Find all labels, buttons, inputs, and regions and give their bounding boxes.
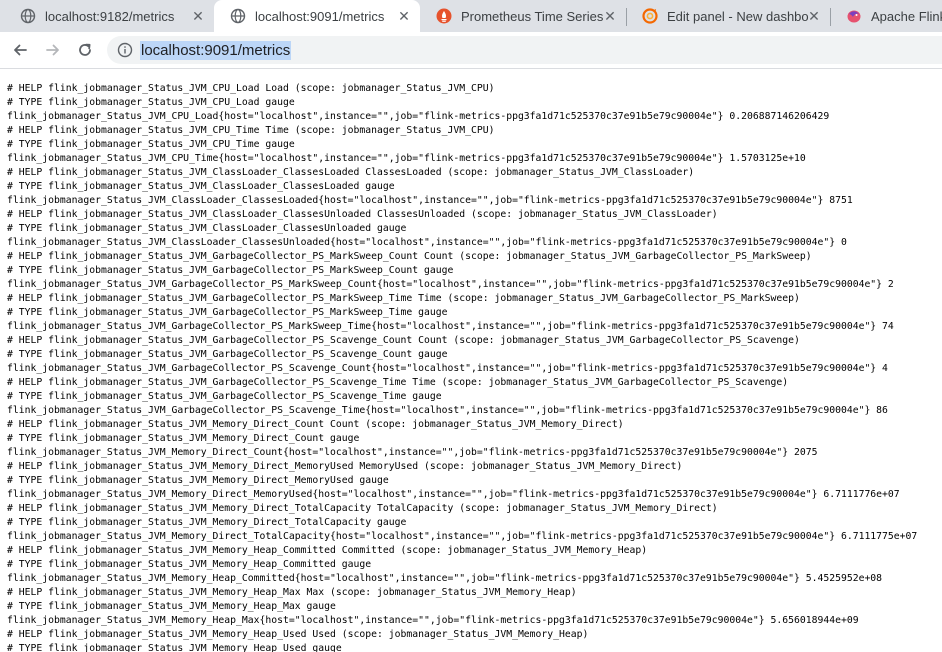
metrics-line: # TYPE flink_jobmanager_Status_JVM_Memor… (7, 517, 407, 528)
metrics-line: flink_jobmanager_Status_JVM_Memory_Direc… (7, 489, 900, 500)
metrics-line: # TYPE flink_jobmanager_Status_JVM_CPU_T… (7, 139, 295, 150)
tab-title: localhost:9091/metrics (255, 8, 385, 24)
browser-toolbar: localhost:9091/metrics (0, 32, 942, 69)
metrics-line: # HELP flink_jobmanager_Status_JVM_Garba… (7, 293, 800, 304)
back-button[interactable] (6, 36, 34, 64)
metrics-line: # TYPE flink_jobmanager_Status_JVM_Class… (7, 181, 395, 192)
globe-icon (20, 8, 36, 24)
metrics-line: flink_jobmanager_Status_JVM_CPU_Time{hos… (7, 153, 806, 164)
close-icon[interactable]: ✕ (602, 8, 618, 24)
grafana-icon (642, 8, 658, 24)
metrics-line: # TYPE flink_jobmanager_Status_JVM_Garba… (7, 307, 448, 318)
metrics-line: # TYPE flink_jobmanager_Status_JVM_Memor… (7, 643, 342, 652)
metrics-line: # TYPE flink_jobmanager_Status_JVM_Memor… (7, 601, 336, 612)
metrics-line: # TYPE flink_jobmanager_Status_JVM_Class… (7, 223, 407, 234)
tab-localhost-9182[interactable]: localhost:9182/metrics ✕ (4, 0, 214, 32)
metrics-line: # TYPE flink_jobmanager_Status_JVM_Garba… (7, 349, 448, 360)
metrics-line: # HELP flink_jobmanager_Status_JVM_Memor… (7, 461, 683, 472)
tab-strip: localhost:9182/metrics ✕ localhost:9091/… (0, 0, 942, 32)
metrics-line: flink_jobmanager_Status_JVM_GarbageColle… (7, 363, 888, 374)
tab-title: localhost:9182/metrics (45, 8, 175, 24)
close-icon[interactable]: ✕ (806, 8, 822, 24)
metrics-line: flink_jobmanager_Status_JVM_ClassLoader_… (7, 195, 853, 206)
metrics-line: flink_jobmanager_Status_JVM_Memory_Direc… (7, 531, 918, 542)
metrics-line: # TYPE flink_jobmanager_Status_JVM_CPU_L… (7, 97, 295, 108)
metrics-line: # HELP flink_jobmanager_Status_JVM_CPU_L… (7, 83, 495, 94)
metrics-line: flink_jobmanager_Status_JVM_CPU_Load{hos… (7, 111, 830, 122)
metrics-line: # HELP flink_jobmanager_Status_JVM_Class… (7, 209, 718, 220)
metrics-line: # HELP flink_jobmanager_Status_JVM_Memor… (7, 419, 624, 430)
address-bar[interactable]: localhost:9091/metrics (107, 36, 942, 64)
flink-icon (847, 10, 861, 23)
info-icon[interactable] (117, 42, 133, 58)
metrics-line: # TYPE flink_jobmanager_Status_JVM_Memor… (7, 559, 372, 570)
tab-title: Prometheus Time Series (461, 8, 604, 24)
metrics-line: # HELP flink_jobmanager_Status_JVM_Garba… (7, 251, 812, 262)
back-arrow-icon (14, 44, 27, 56)
globe-icon (230, 8, 246, 24)
reload-icon (79, 43, 91, 56)
metrics-line: # TYPE flink_jobmanager_Status_JVM_Garba… (7, 265, 454, 276)
metrics-line: # HELP flink_jobmanager_Status_JVM_Class… (7, 167, 695, 178)
tab-localhost-9091[interactable]: localhost:9091/metrics ✕ (214, 0, 420, 32)
metrics-line: flink_jobmanager_Status_JVM_Memory_Heap_… (7, 573, 883, 584)
metrics-line: flink_jobmanager_Status_JVM_Memory_Heap_… (7, 615, 859, 626)
url-text[interactable]: localhost:9091/metrics (140, 40, 292, 60)
metrics-line: flink_jobmanager_Status_JVM_Memory_Direc… (7, 447, 818, 458)
tab-title: Edit panel - New dashbo (667, 8, 809, 24)
metrics-line: # HELP flink_jobmanager_Status_JVM_Memor… (7, 629, 589, 640)
metrics-line: # HELP flink_jobmanager_Status_JVM_Memor… (7, 545, 648, 556)
metrics-line: # HELP flink_jobmanager_Status_JVM_Memor… (7, 587, 577, 598)
forward-button[interactable] (39, 36, 67, 64)
metrics-line: flink_jobmanager_Status_JVM_GarbageColle… (7, 279, 894, 290)
reload-button[interactable] (71, 36, 99, 64)
metrics-text-body: # HELP flink_jobmanager_Status_JVM_CPU_L… (0, 70, 942, 652)
metrics-line: # TYPE flink_jobmanager_Status_JVM_Memor… (7, 433, 360, 444)
tab-title: Apache Flink (871, 8, 942, 24)
metrics-line: # HELP flink_jobmanager_Status_JVM_Memor… (7, 503, 718, 514)
metrics-line: # TYPE flink_jobmanager_Status_JVM_Garba… (7, 391, 442, 402)
metrics-line: # HELP flink_jobmanager_Status_JVM_Garba… (7, 335, 800, 346)
metrics-line: flink_jobmanager_Status_JVM_GarbageColle… (7, 321, 894, 332)
tab-grafana[interactable]: Edit panel - New dashbo ✕ (626, 0, 830, 32)
prometheus-icon (436, 8, 452, 24)
metrics-line: flink_jobmanager_Status_JVM_ClassLoader_… (7, 237, 847, 248)
metrics-line: # HELP flink_jobmanager_Status_JVM_Garba… (7, 377, 789, 388)
metrics-line: # TYPE flink_jobmanager_Status_JVM_Memor… (7, 475, 389, 486)
forward-arrow-icon (46, 44, 59, 56)
metrics-line: # HELP flink_jobmanager_Status_JVM_CPU_T… (7, 125, 495, 136)
close-icon[interactable]: ✕ (396, 8, 412, 24)
metrics-line: flink_jobmanager_Status_JVM_GarbageColle… (7, 405, 888, 416)
tab-prometheus[interactable]: Prometheus Time Series ✕ (420, 0, 626, 32)
close-icon[interactable]: ✕ (190, 8, 206, 24)
tab-apache-flink[interactable]: Apache Flink (830, 0, 942, 32)
